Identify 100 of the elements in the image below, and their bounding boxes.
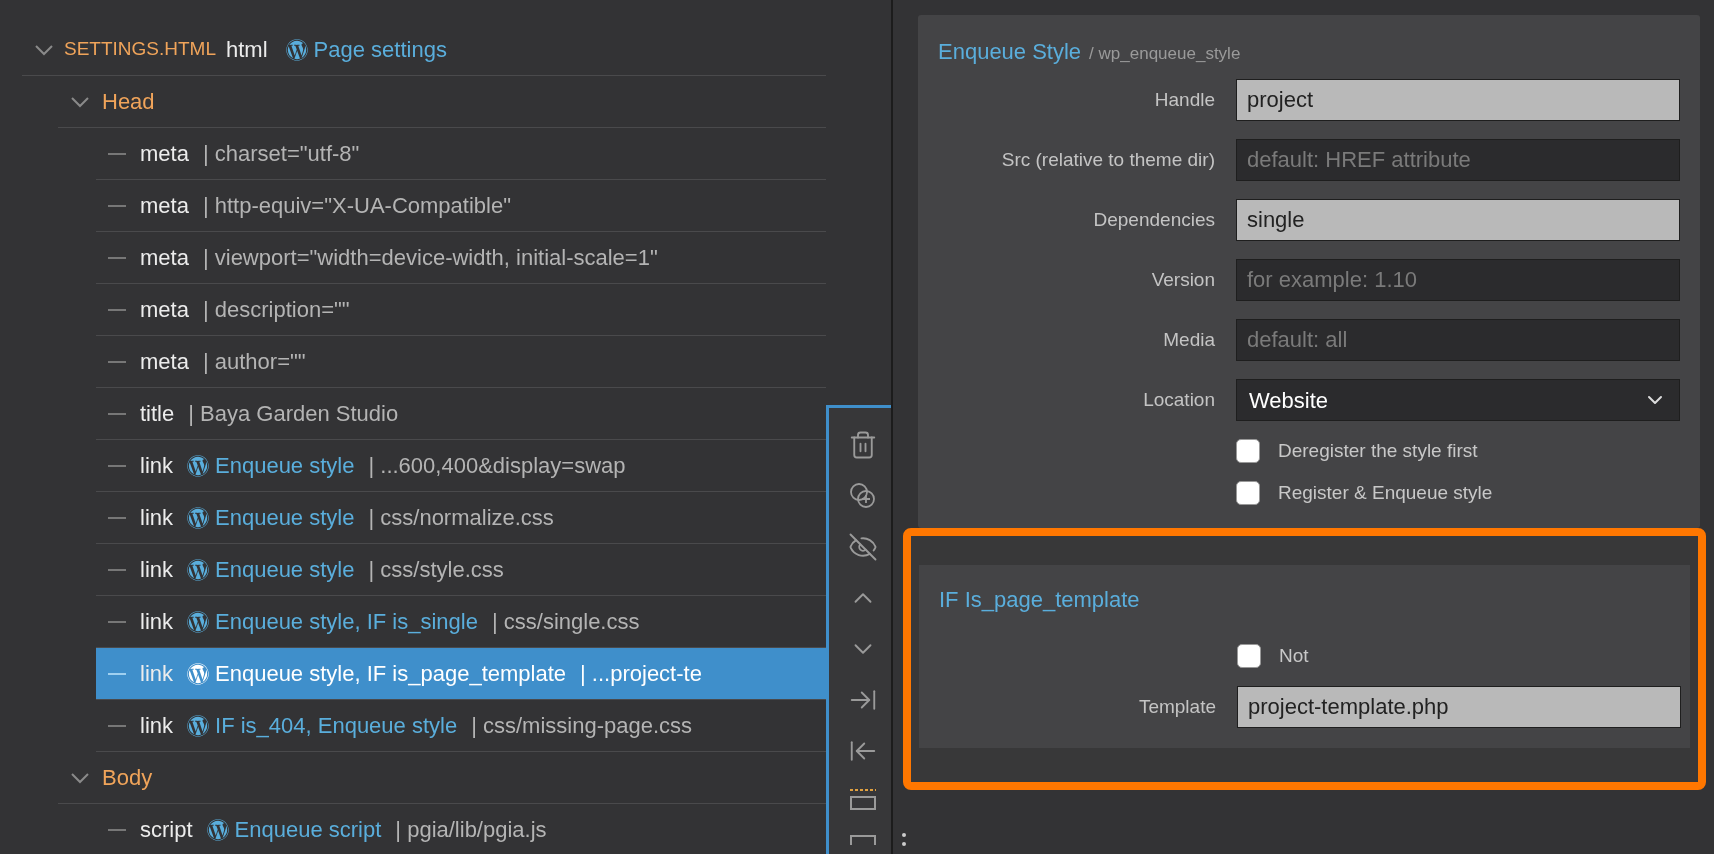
dash-icon (108, 152, 126, 155)
tree-row[interactable]: SETTINGS.HTML html Page settings (22, 24, 826, 76)
wp-action-label: Enqueue style (215, 556, 355, 584)
element-detail: | ...600,400&display=swap (368, 452, 626, 480)
element-detail: | charset="utf-8" (202, 140, 360, 168)
panel-subtitle: / wp_enqueue_style (1089, 43, 1241, 65)
element-detail: | http-equiv="X-UA-Compatible" (202, 192, 511, 220)
dash-icon (108, 516, 126, 519)
field-label: Media (1162, 327, 1215, 352)
element-detail: | viewport="width=device-width, initial-scale=1" (202, 244, 658, 272)
tag-name: meta (140, 192, 189, 220)
tree-row[interactable]: link Enqueue style, IF is_page_template | ...project-te (96, 648, 826, 700)
checkbox[interactable] (1237, 644, 1261, 668)
wordpress-icon (187, 610, 209, 633)
dash-icon (108, 724, 126, 727)
field-label: Template (1137, 694, 1216, 719)
tree-row[interactable]: link Enqueue style | ...600,400&display=swap (96, 440, 826, 492)
tree-row[interactable]: link IF is_404, Enqueue style | css/missing-page.css (96, 700, 826, 752)
dash-icon (108, 464, 126, 467)
wordpress-icon (285, 38, 308, 61)
wordpress-icon (206, 818, 229, 841)
chevron-icon[interactable] (34, 43, 54, 56)
text-field[interactable]: default: all (1236, 319, 1680, 361)
chevron-icon[interactable] (70, 771, 90, 784)
checkbox[interactable] (1236, 439, 1260, 463)
element-detail: | pgia/lib/pgia.js (395, 816, 547, 844)
element-detail: | Baya Garden Studio (188, 400, 399, 428)
tag-name: meta (140, 140, 189, 168)
wordpress-icon (187, 714, 209, 737)
field-label: Location (1142, 387, 1215, 412)
tree-row[interactable]: link Enqueue style | css/style.css (96, 544, 826, 596)
field-label: Dependencies (1092, 207, 1215, 232)
tag-name: link (140, 452, 173, 480)
wp-action-label: Enqueue style, IF is_page_template (215, 660, 567, 688)
tag-name: meta (140, 244, 189, 272)
file-name: SETTINGS.HTML (64, 37, 216, 62)
tree-row[interactable]: meta | viewport="width=device-width, initial-scale=1" (96, 232, 826, 284)
text-field[interactable]: default: HREF attribute (1236, 139, 1680, 181)
wp-action-label: Enqueue style, IF is_single (215, 608, 478, 636)
element-detail: | css/style.css (368, 556, 504, 584)
field-label: Handle (1153, 87, 1215, 112)
dash-icon (108, 620, 126, 623)
element-detail: | css/single.css (491, 608, 640, 636)
element-detail: | css/normalize.css (368, 504, 554, 532)
tag-name: link (140, 556, 173, 584)
tag-name: link (140, 660, 173, 688)
frame-icon[interactable] (847, 834, 878, 846)
tag-name: link (140, 712, 173, 740)
eye-off-icon[interactable] (847, 532, 878, 562)
tag-name: html (226, 36, 268, 64)
wp-action-label: Enqueue style (215, 452, 355, 480)
checkbox-label: Not (1279, 643, 1309, 668)
tree-section[interactable]: Body (58, 752, 826, 804)
field-label: Version (1150, 267, 1215, 292)
dash-icon (108, 672, 126, 675)
checkbox[interactable] (1236, 481, 1260, 505)
wordpress-icon (187, 454, 209, 477)
wp-action-label: Enqueue script (234, 816, 382, 844)
dash-icon (108, 568, 126, 571)
text-field[interactable]: single (1236, 199, 1680, 241)
tag-name: link (140, 504, 173, 532)
tag-name: script (140, 816, 193, 844)
element-detail: | description="" (202, 296, 350, 324)
tree-row[interactable]: title | Baya Garden Studio (96, 388, 826, 440)
field-label: Src (relative to theme dir) (1000, 147, 1215, 172)
dash-icon (108, 828, 126, 831)
tree-row[interactable]: meta | author="" (96, 336, 826, 388)
wordpress-icon (187, 662, 209, 685)
dash-icon (108, 308, 126, 311)
text-field[interactable]: project (1236, 79, 1680, 121)
chevron-icon[interactable] (70, 95, 90, 108)
wrap-icon[interactable] (847, 787, 878, 813)
tree-row[interactable]: meta | http-equiv="X-UA-Compatible" (96, 180, 826, 232)
wordpress-icon (187, 506, 209, 529)
dash-icon (108, 256, 126, 259)
drag-handle-icon[interactable] (901, 832, 907, 848)
panel-title: IF Is_page_template (939, 585, 1140, 614)
dash-icon (108, 360, 126, 363)
duplicate-icon[interactable] (847, 481, 878, 511)
wp-action-label: IF is_404, Enqueue style (215, 712, 458, 740)
element-detail: | author="" (202, 348, 306, 376)
page-settings-link[interactable]: Page settings (313, 33, 447, 66)
location-select[interactable]: Website (1236, 379, 1680, 421)
tree-row[interactable]: link Enqueue style | css/normalize.css (96, 492, 826, 544)
tag-name: meta (140, 296, 189, 324)
tag-name: link (140, 608, 173, 636)
text-field[interactable]: project-template.php (1237, 686, 1681, 728)
tree-section[interactable]: Head (58, 76, 826, 128)
text-field[interactable]: for example: 1.10 (1236, 259, 1680, 301)
tree-row[interactable]: meta | charset="utf-8" (96, 128, 826, 180)
wordpress-icon (187, 558, 209, 581)
panel-title: Enqueue Style (938, 38, 1082, 66)
tag-name: title (140, 400, 175, 428)
tree-row[interactable]: meta | description="" (96, 284, 826, 336)
element-detail: | ...project-te (580, 660, 702, 688)
checkbox-label: Register & Enqueue style (1278, 480, 1493, 505)
wp-action-label: Enqueue style (215, 504, 355, 532)
element-detail: | css/missing-page.css (471, 712, 693, 740)
checkbox-label: Deregister the style first (1278, 438, 1478, 463)
dash-icon (108, 204, 126, 207)
